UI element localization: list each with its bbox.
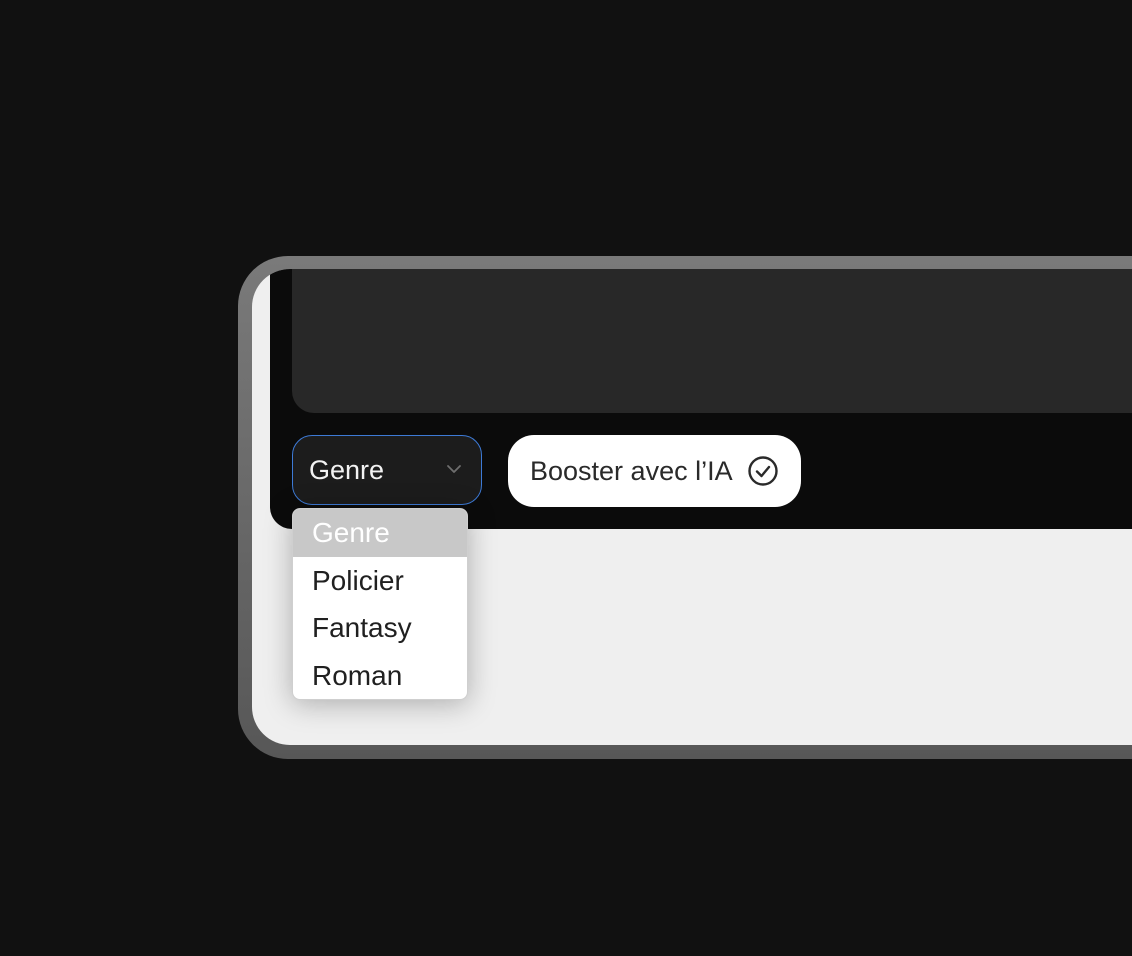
check-circle-icon (747, 456, 778, 486)
genre-select-value: Genre (309, 454, 385, 485)
genre-option[interactable]: Roman (293, 652, 467, 700)
genre-option[interactable]: Policier (293, 557, 467, 605)
genre-dropdown-list: Genre Policier Fantasy Roman (292, 508, 468, 700)
boost-ai-button-label: Booster avec l’IA (530, 455, 733, 486)
chevron-down-icon (447, 465, 461, 473)
genre-option[interactable]: Genre (293, 509, 467, 557)
text-area[interactable] (292, 269, 1132, 413)
compose-panel: Genre Booster avec l’IA (270, 269, 1132, 529)
boost-ai-button[interactable]: Booster avec l’IA (508, 435, 801, 507)
genre-select[interactable]: Genre (292, 435, 482, 505)
genre-option[interactable]: Fantasy (293, 604, 467, 652)
